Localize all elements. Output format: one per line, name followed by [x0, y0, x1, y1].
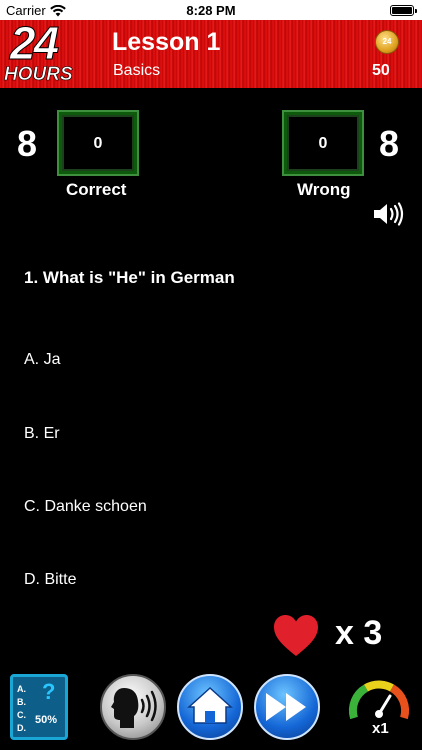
question-text: 1. What is "He" in German: [24, 268, 235, 287]
correct-total: 8: [17, 123, 38, 164]
wrong-score-value: 0: [318, 135, 328, 152]
lesson-header: 24 HOURS Lesson 1 Basics 24 50: [0, 17, 422, 88]
hint-percent: 50%: [35, 714, 58, 726]
app-logo: 24 HOURS: [2, 17, 98, 86]
coin-icon: 24: [375, 30, 399, 54]
lesson-title: Lesson 1: [112, 28, 221, 56]
coin-count: 50: [372, 62, 390, 79]
lesson-subtitle: Basics: [113, 62, 161, 79]
logo-word: HOURS: [4, 64, 73, 86]
wrong-score-box: 0: [284, 112, 362, 174]
hint-question-mark: ?: [42, 679, 56, 704]
logo-number: 24: [9, 17, 59, 70]
speaker-icon[interactable]: [372, 202, 404, 226]
skip-next-button[interactable]: [254, 674, 320, 740]
speak-icon: [111, 688, 157, 728]
fast-forward-icon: [266, 693, 306, 721]
home-button[interactable]: [177, 674, 243, 740]
battery-icon: [390, 5, 417, 16]
answer-option-d[interactable]: D. Bitte: [24, 566, 384, 594]
answer-option-c[interactable]: C. Danke schoen: [24, 493, 384, 521]
heart-icon: [274, 615, 318, 656]
correct-score-box: 0: [59, 112, 137, 174]
home-icon: [187, 686, 233, 724]
lives-count: x 3: [335, 614, 383, 652]
answer-option-a[interactable]: A. Ja: [24, 346, 384, 374]
answer-option-b[interactable]: B. Er: [24, 420, 384, 448]
speed-gauge-button[interactable]: x1: [346, 674, 412, 740]
speak-button[interactable]: [100, 674, 166, 740]
wrong-label: Wrong: [297, 180, 351, 199]
status-time: 8:28 PM: [186, 3, 236, 18]
status-bar: Carrier 8:28 PM: [0, 0, 422, 20]
correct-score-value: 0: [93, 135, 103, 152]
fifty-fifty-hint-button[interactable]: A. B. C. D. ? 50%: [10, 674, 68, 740]
speed-label: x1: [372, 720, 389, 737]
wrong-total: 8: [379, 123, 400, 164]
hint-icon: A. B. C. D.: [17, 684, 26, 733]
correct-label: Correct: [66, 180, 127, 199]
